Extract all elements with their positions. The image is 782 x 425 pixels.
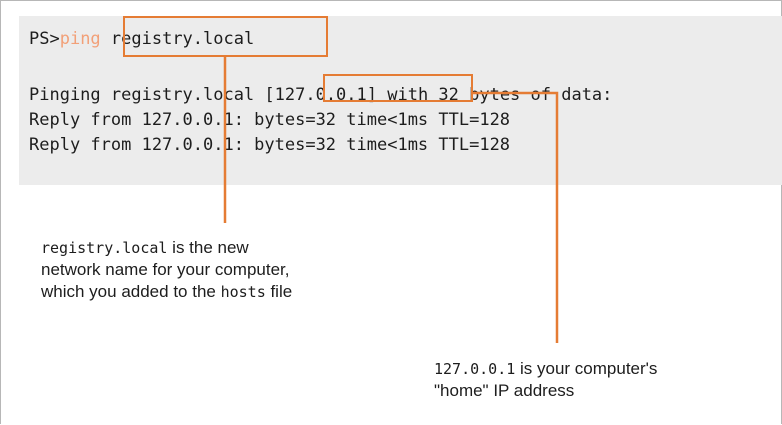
hostname-note-line-3-end: file <box>265 282 293 301</box>
ip-annotation: 127.0.0.1 is your computer's "home" IP a… <box>434 358 779 402</box>
hostname-annotation: registry.local is the new network name f… <box>41 237 441 303</box>
hostname-note-line-2: network name for your computer, <box>41 260 290 279</box>
ip-note-text: is your computer's <box>515 359 658 378</box>
hostname-code: registry.local <box>41 239 168 257</box>
ip-code: 127.0.0.1 <box>434 360 516 378</box>
hostname-note-text: is the new <box>167 238 249 257</box>
hosts-file-code: hosts <box>220 283 266 301</box>
figure-frame: PS>ping registry.local Pinging registry.… <box>0 0 782 424</box>
hostname-note-line-3: which you added to the <box>41 282 221 301</box>
ip-callout-line <box>473 91 559 343</box>
ip-note-line-2: "home" IP address <box>434 381 575 400</box>
